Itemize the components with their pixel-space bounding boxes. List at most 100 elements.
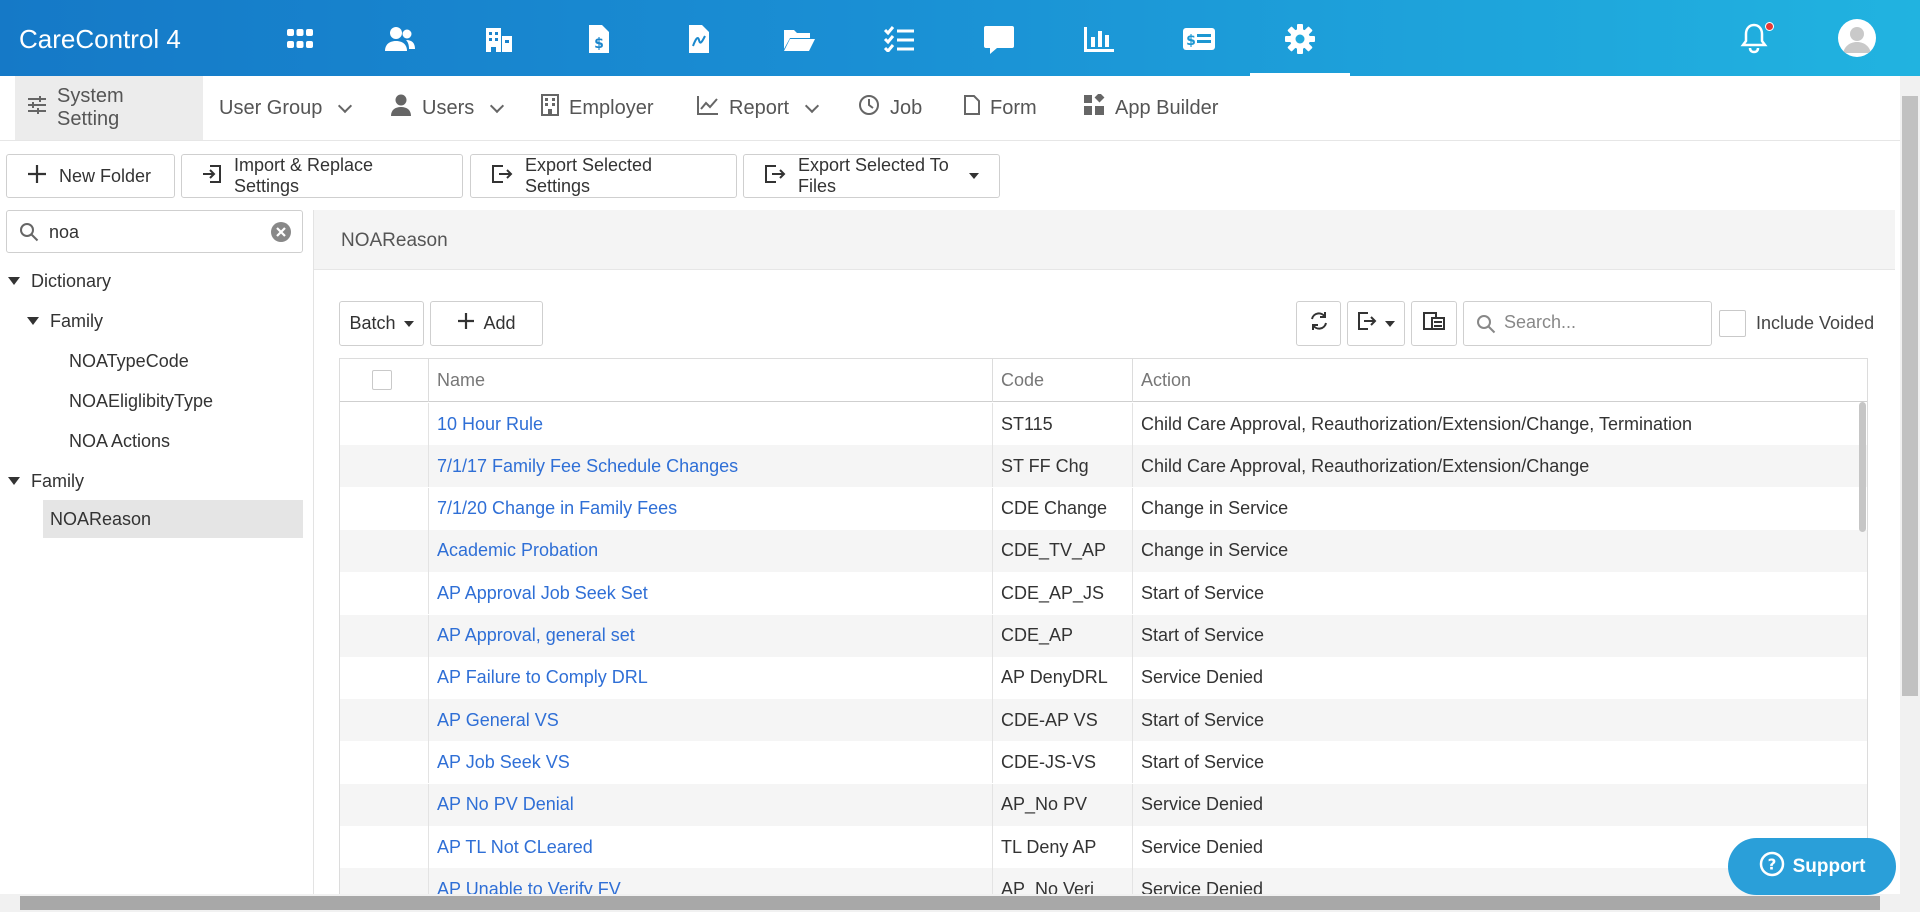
row-select-cell[interactable] <box>340 572 428 614</box>
tree-node-noareason[interactable]: NOAReason <box>50 500 151 538</box>
expand-arrow-icon[interactable] <box>8 477 20 485</box>
tree-label: NOATypeCode <box>69 350 189 371</box>
support-button[interactable]: ? Support <box>1728 838 1896 895</box>
chart-icon[interactable] <box>1069 14 1129 64</box>
tree-node-noa-actions[interactable]: NOA Actions <box>69 422 170 460</box>
row-select-cell[interactable] <box>340 826 428 868</box>
menu-employer[interactable]: Employer <box>529 76 665 140</box>
page-horizontal-scrollbar[interactable] <box>0 894 1920 912</box>
table-row[interactable]: AP TL Not CLeared TL Deny AP Service Denie… <box>340 826 1867 868</box>
row-select-cell[interactable] <box>340 657 428 699</box>
table-row[interactable]: AP General VS CDE-AP VS Start of Service <box>340 699 1867 742</box>
row-name-link[interactable]: AP Failure to Comply DRL <box>428 656 992 699</box>
notification-badge <box>1765 22 1774 31</box>
import-replace-settings-button[interactable]: Import & Replace Settings <box>181 154 463 198</box>
new-folder-button[interactable]: New Folder <box>6 154 175 198</box>
row-select-cell[interactable] <box>340 741 428 783</box>
refresh-button[interactable] <box>1296 301 1341 346</box>
button-label: Import & Replace Settings <box>234 155 374 196</box>
menu-system-setting[interactable]: System Setting <box>15 76 203 140</box>
row-select-cell[interactable] <box>340 699 428 741</box>
include-voided-option[interactable]: Include Voided <box>1719 310 1874 337</box>
include-voided-checkbox[interactable] <box>1719 310 1746 337</box>
table-row[interactable]: 10 Hour Rule ST115 Child Care Approval, Re… <box>340 403 1867 445</box>
row-name-link[interactable]: AP Approval, general set <box>428 614 992 657</box>
column-header-action[interactable]: Action <box>1132 359 1867 402</box>
folder-icon[interactable] <box>769 14 829 64</box>
export-selected-settings-button[interactable]: Export Selected Settings <box>470 154 737 198</box>
tree-search-input[interactable]: noa <box>6 210 303 253</box>
settings-icon[interactable] <box>1250 14 1350 76</box>
menu-report[interactable]: Report <box>685 76 829 140</box>
plus-icon <box>27 164 47 189</box>
row-select-cell[interactable] <box>340 445 428 487</box>
dropdown-caret-icon[interactable] <box>969 173 979 179</box>
select-all-checkbox[interactable] <box>372 370 392 390</box>
chat-icon[interactable] <box>969 14 1029 64</box>
document-icon[interactable] <box>669 14 729 64</box>
table-row[interactable]: 7/1/20 Change in Family Fees CDE Change Ch… <box>340 487 1867 530</box>
row-code: TL Deny AP <box>992 826 1132 868</box>
invoice-icon[interactable]: $ <box>569 14 629 64</box>
row-select-cell[interactable] <box>340 488 428 530</box>
row-name-link[interactable]: 7/1/17 Family Fee Schedule Changes <box>428 445 992 488</box>
expand-arrow-icon[interactable] <box>27 317 39 325</box>
table-row[interactable]: AP Failure to Comply DRL AP DenyDRL Servic… <box>340 656 1867 699</box>
row-name-link[interactable]: AP General VS <box>428 699 992 742</box>
row-name-link[interactable]: 10 Hour Rule <box>428 403 992 445</box>
row-action: Service Denied <box>1132 783 1867 826</box>
user-avatar[interactable] <box>1838 19 1876 57</box>
search-icon <box>1476 314 1496 339</box>
button-label: New Folder <box>59 165 152 186</box>
chevron-down-icon <box>338 98 353 114</box>
row-select-cell[interactable] <box>340 615 428 657</box>
building-icon[interactable] <box>469 14 529 64</box>
grid-search-field[interactable] <box>1463 301 1712 346</box>
row-select-cell[interactable] <box>340 784 428 826</box>
row-select-cell[interactable] <box>340 403 428 445</box>
clear-search-icon[interactable] <box>270 221 292 248</box>
row-name-link[interactable]: 7/1/20 Change in Family Fees <box>428 487 992 530</box>
notification-bell-icon[interactable] <box>1740 22 1768 59</box>
table-row[interactable]: Academic Probation CDE_TV_AP Change in Ser… <box>340 529 1867 572</box>
menu-users[interactable]: Users <box>378 76 514 140</box>
page-vertical-scrollbar[interactable] <box>1900 76 1920 894</box>
row-name-link[interactable]: AP TL Not CLeared <box>428 826 992 868</box>
tree-node-noaeligibility-type[interactable]: NOAEliglibityType <box>69 382 213 420</box>
menu-app-builder[interactable]: App Builder <box>1071 76 1230 140</box>
tree-node-dictionary[interactable]: Dictionary <box>8 262 111 300</box>
row-name-link[interactable]: AP No PV Denial <box>428 783 992 826</box>
people-icon[interactable] <box>370 14 430 64</box>
checklist-icon[interactable] <box>869 14 929 64</box>
column-chooser-button[interactable] <box>1411 301 1457 346</box>
row-name-link[interactable]: Academic Probation <box>428 529 992 572</box>
table-row[interactable]: AP Job Seek VS CDE-JS-VS Start of Service <box>340 741 1867 784</box>
tree-node-family-root[interactable]: Family <box>8 462 84 500</box>
table-row[interactable]: AP Approval, general set CDE_AP Start of S… <box>340 614 1867 657</box>
grid-scrollbar[interactable] <box>1859 402 1866 532</box>
column-header-name[interactable]: Name <box>428 359 992 402</box>
panel-header: NOAReason <box>314 210 1895 270</box>
tree-node-family[interactable]: Family <box>27 302 103 340</box>
apps-icon[interactable] <box>270 14 330 64</box>
grid-search-input[interactable] <box>1504 312 1704 333</box>
tree-node-noatypecode[interactable]: NOATypeCode <box>69 342 189 380</box>
row-select-cell[interactable] <box>340 530 428 572</box>
column-header-code[interactable]: Code <box>992 359 1132 402</box>
row-name-link[interactable]: AP Job Seek VS <box>428 741 992 784</box>
add-button[interactable]: Add <box>430 301 543 346</box>
menu-form[interactable]: Form <box>952 76 1049 140</box>
app-title: CareControl 4 <box>19 24 181 54</box>
billing-icon[interactable]: $ <box>1169 14 1229 64</box>
table-row[interactable]: AP No PV Denial AP_No PV Service Denied <box>340 783 1867 826</box>
export-selected-to-files-button[interactable]: Export Selected To Files <box>743 154 1000 198</box>
expand-arrow-icon[interactable] <box>8 277 20 285</box>
batch-dropdown-button[interactable]: Batch <box>339 301 424 346</box>
columns-icon <box>1423 311 1445 336</box>
table-row[interactable]: 7/1/17 Family Fee Schedule Changes ST FF … <box>340 445 1867 488</box>
menu-job[interactable]: Job <box>846 76 934 140</box>
menu-user-group[interactable]: User Group <box>207 76 362 140</box>
row-name-link[interactable]: AP Approval Job Seek Set <box>428 572 992 615</box>
export-grid-button[interactable] <box>1347 301 1405 346</box>
table-row[interactable]: AP Approval Job Seek Set CDE_AP_JS Start o… <box>340 572 1867 615</box>
